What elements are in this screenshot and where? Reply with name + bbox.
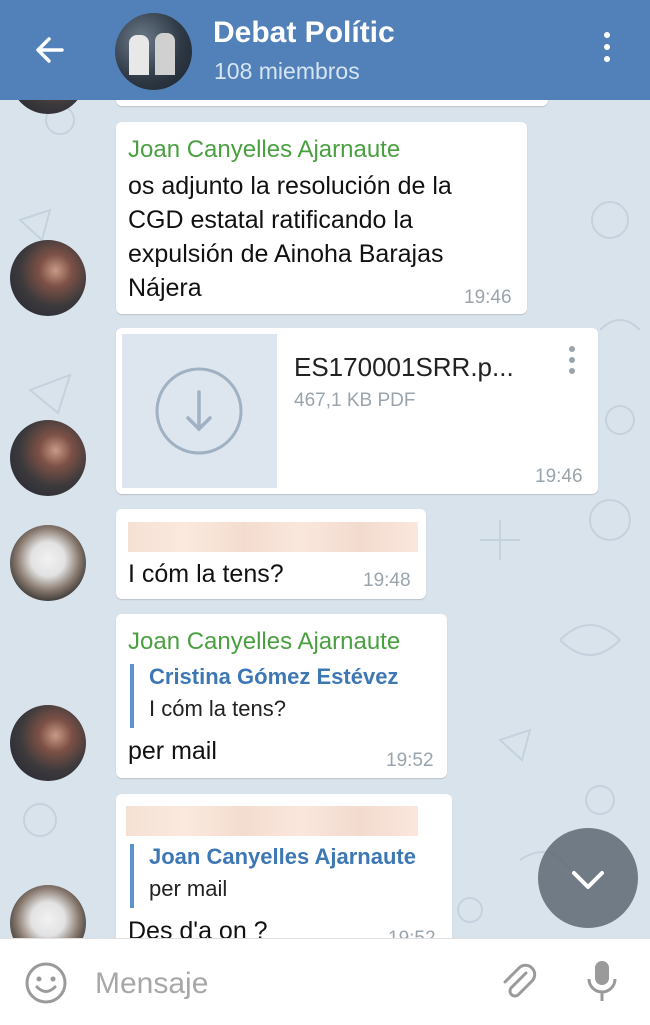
file-options-button[interactable] (566, 346, 578, 380)
message-bubble[interactable]: Joan Canyelles Ajarnaute Cristina Gómez … (116, 614, 447, 778)
microphone-button[interactable] (582, 957, 622, 1007)
reply-text: I cóm la tens? (149, 696, 286, 721)
reply-quote[interactable]: Cristina Gómez Estévez I cóm la tens? (130, 664, 398, 728)
blurred-sender-name (128, 522, 418, 552)
message-text-line: CGD estatal ratificando la (128, 206, 413, 234)
reply-quote[interactable]: Joan Canyelles Ajarnaute per mail (130, 844, 416, 908)
attach-button[interactable] (496, 959, 542, 1005)
message-text: per mail (128, 737, 217, 765)
file-thumbnail[interactable] (122, 334, 277, 488)
message-text-line: expulsión de Ainoha Barajas (128, 240, 444, 268)
emoji-button[interactable] (24, 961, 68, 1005)
message-text: Des d'a on ? (128, 917, 268, 938)
chat-header: Debat Polític 108 miembros (0, 0, 650, 100)
message-text-line: Nájera (128, 274, 202, 302)
message-time: 19:48 (363, 570, 411, 591)
more-options-button[interactable] (595, 32, 619, 72)
message-input-bar: Mensaje (0, 938, 650, 1025)
reply-text: per mail (149, 876, 228, 901)
message-text-line: os adjunto la resolución de la (128, 172, 452, 200)
paperclip-icon (503, 963, 537, 998)
arrow-left-icon (36, 37, 64, 63)
message-bubble-partial[interactable] (116, 100, 548, 106)
message-time: 19:46 (464, 287, 512, 308)
chevron-down-icon (572, 871, 604, 889)
member-count: 108 miembros (214, 58, 360, 84)
message-list[interactable]: Joan Canyelles Ajarnaute os adjunto la r… (0, 100, 650, 938)
avatar[interactable] (10, 525, 86, 601)
reply-author: Cristina Gómez Estévez (149, 664, 399, 689)
reply-author: Joan Canyelles Ajarnaute (149, 844, 416, 869)
avatar[interactable] (10, 240, 86, 316)
file-message-bubble[interactable]: ES170001SRR.p... 467,1 KB PDF 19:46 (116, 328, 598, 494)
message-bubble[interactable]: Joan Canyelles Ajarnaute os adjunto la r… (116, 122, 527, 314)
message-bubble[interactable]: Joan Canyelles Ajarnaute per mail Des d'… (116, 794, 452, 938)
file-name[interactable]: ES170001SRR.p... (294, 352, 514, 383)
download-icon[interactable] (122, 334, 277, 488)
sender-name[interactable]: Joan Canyelles Ajarnaute (128, 136, 400, 164)
more-vertical-icon (566, 346, 578, 374)
chat-title[interactable]: Debat Polític (213, 16, 395, 50)
message-time: 19:52 (386, 750, 434, 771)
message-text: I cóm la tens? (128, 560, 284, 588)
emoji-icon (25, 962, 67, 1004)
message-time: 19:52 (388, 928, 436, 938)
sender-name[interactable]: Joan Canyelles Ajarnaute (128, 628, 400, 656)
message-time: 19:46 (535, 466, 583, 487)
avatar[interactable] (10, 420, 86, 496)
message-bubble[interactable]: I cóm la tens? 19:48 (116, 509, 426, 599)
scroll-down-button[interactable] (538, 828, 638, 928)
back-button[interactable] (30, 30, 70, 70)
group-avatar[interactable] (115, 13, 192, 90)
message-input[interactable]: Mensaje (95, 967, 208, 1001)
avatar[interactable] (10, 705, 86, 781)
file-info: 467,1 KB PDF (294, 390, 416, 411)
more-vertical-icon (595, 32, 619, 62)
blurred-sender-name (126, 806, 418, 836)
microphone-icon (587, 961, 617, 1001)
